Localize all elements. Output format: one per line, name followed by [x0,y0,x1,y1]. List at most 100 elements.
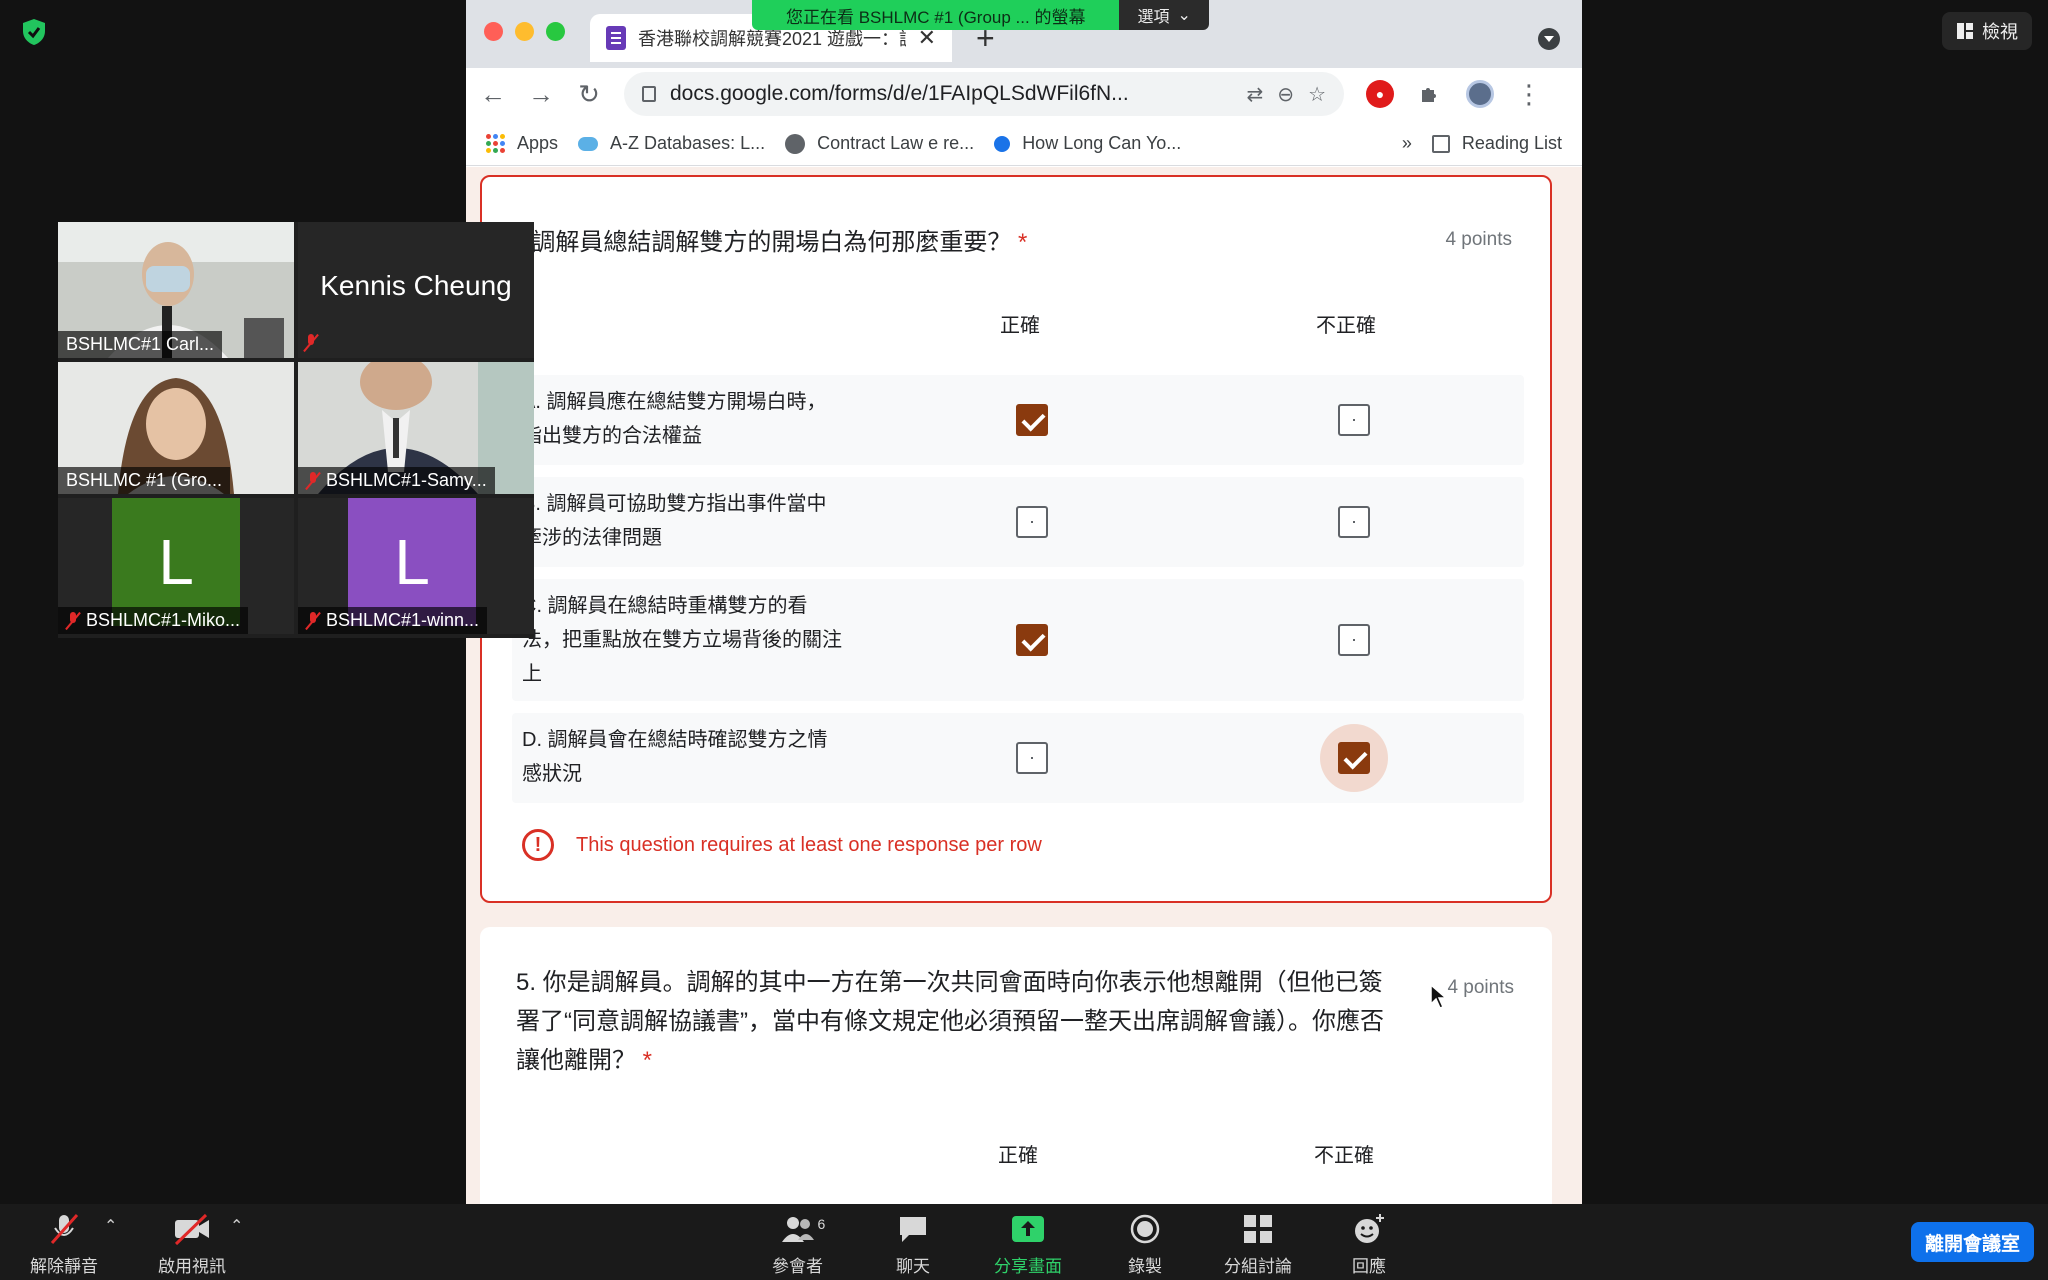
bookmarks-bar: Apps A-Z Databases: L... Contract Law e … [466,122,1582,166]
close-window-icon[interactable] [484,22,503,41]
back-icon[interactable]: ← [480,79,506,110]
checkbox-incorrect[interactable] [1338,624,1370,656]
tab-search-icon[interactable] [1538,28,1560,50]
checkbox-incorrect[interactable] [1338,742,1370,774]
checkbox-correct[interactable] [1016,404,1048,436]
participant-name-text: BSHLMC#1-Samy... [326,470,487,490]
checkbox-incorrect[interactable] [1338,506,1370,538]
share-screen-button[interactable]: 分享畫面 [994,1212,1062,1277]
url-text: docs.google.com/forms/d/e/1FAIpQLSdWFil6… [670,82,1129,105]
error-message: This question requires at least one resp… [576,833,1042,856]
question-card-5: 5. 你是調解員。調解的其中一方在第一次共同會面時向你表示他想離開（但他已簽署了… [480,927,1552,1204]
error-icon: ! [522,829,554,861]
menu-kebab-icon[interactable]: ⋮ [1516,79,1542,110]
address-bar[interactable]: docs.google.com/forms/d/e/1FAIpQLSdWFil6… [624,72,1344,116]
validation-error: ! This question requires at least one re… [522,829,1042,861]
bookmark-label: Apps [517,133,559,153]
security-shield-icon[interactable] [18,16,50,48]
share-options-label: 選項 [1137,9,1170,26]
participants-button[interactable]: 6 參會者 [772,1212,825,1277]
participant-tile[interactable]: Kennis Cheung [298,222,534,358]
zoom-window: 檢視 您正在看 BSHLMC #1 (Group ... 的螢幕 選項 ⌄ 香港… [0,0,2048,1280]
view-button[interactable]: 檢視 [1942,12,2032,50]
mic-muted-icon [304,334,318,352]
zoom-out-icon[interactable]: ⊖ [1277,82,1294,107]
row-label: D. 調解員會在總結時確認雙方之情感狀況 [522,729,828,785]
unmute-button[interactable]: 解除靜音 [30,1212,98,1277]
extensions-puzzle-icon[interactable] [1416,80,1444,108]
reload-icon[interactable]: ↻ [576,79,602,110]
cloud-icon [578,136,599,151]
translate-icon[interactable]: ⇄ [1247,82,1264,107]
participant-gallery[interactable]: BSHLMC#1 Carl... Kennis Cheung BSHLMC #1… [58,222,534,638]
grid-view-icon [1957,23,1973,39]
leave-meeting-button[interactable]: 離開會議室 [1910,1222,2034,1262]
chat-button[interactable]: 聊天 [896,1212,930,1277]
reading-list-button[interactable]: Reading List [1431,133,1562,154]
participant-tile[interactable]: L BSHLMC#1-winn... [298,498,534,634]
participant-name: BSHLMC#1-Samy... [298,467,495,494]
avatar-initial: L [394,526,430,598]
minimize-window-icon[interactable] [515,22,534,41]
reactions-button[interactable]: 回應 [1352,1212,1386,1277]
row-label: C. 調解員在總結時重構雙方的看法，把重點放在雙方立場背後的關注上 [522,595,842,685]
bookmark-contract-law[interactable]: Contract Law e re... [785,133,974,154]
mouse-cursor-icon [1430,984,1448,1009]
required-mark: * [1018,229,1028,256]
participants-icon: 6 [780,1212,825,1246]
participant-tile[interactable]: BSHLMC #1 (Gro... [58,362,294,494]
lock-icon[interactable] [642,86,656,102]
more-bookmarks-button[interactable]: » [1402,133,1412,154]
breakout-rooms-button[interactable]: 分組討論 [1224,1212,1292,1277]
screen-share-banner: 您正在看 BSHLMC #1 (Group ... 的螢幕 選項 ⌄ [752,0,1209,30]
participant-name-text: BSHLMC#1-Miko... [86,610,241,630]
record-label: 錄製 [1128,1257,1162,1276]
mic-muted-icon [306,471,320,490]
video-options-caret-icon[interactable]: ⌃ [230,1216,243,1236]
bookmark-apps[interactable]: Apps [486,133,558,154]
reactions-label: 回應 [1352,1257,1386,1276]
reading-list-icon [1431,134,1450,153]
question-title: . 調解員總結調解雙方的開場白為何那麼重要？ * [518,223,1398,262]
participant-tile[interactable]: BSHLMC#1 Carl... [58,222,294,358]
eye-icon [994,135,1011,152]
checkbox-correct[interactable] [1016,506,1048,538]
share-screen-label: 分享畫面 [994,1257,1062,1276]
participants-label: 參會者 [772,1257,823,1276]
unmute-label: 解除靜音 [30,1257,98,1276]
video-off-icon [172,1212,212,1246]
participant-tile[interactable]: BSHLMC#1-Samy... [298,362,534,494]
participant-name: BSHLMC#1-Miko... [58,607,249,634]
maximize-window-icon[interactable] [546,22,565,41]
avatar-initial: L [158,526,194,598]
question-card-4: . 調解員總結調解雙方的開場白為何那麼重要？ * 4 points 正確 不正確… [480,175,1552,903]
bookmark-label: How Long Can Yo... [1022,133,1182,153]
breakout-rooms-label: 分組討論 [1224,1257,1292,1276]
profile-avatar[interactable] [1466,80,1494,108]
checkbox-correct[interactable] [1016,624,1048,656]
question-points: 4 points [1447,977,1514,998]
participant-name: BSHLMC#1 Carl... [58,331,223,358]
forward-icon[interactable]: → [528,79,554,110]
start-video-button[interactable]: 啟用視訊 [158,1212,226,1277]
bookmark-az-databases[interactable]: A-Z Databases: L... [578,133,765,154]
bookmark-label: Contract Law e re... [817,133,975,153]
participant-name: BSHLMC#1-winn... [298,607,488,634]
bookmark-label: A-Z Databases: L... [610,133,766,153]
bookmark-star-icon[interactable]: ☆ [1308,82,1326,107]
adblock-extension-icon[interactable]: ● [1366,80,1394,108]
window-controls [484,22,565,41]
participant-name-text: BSHLMC#1-winn... [326,610,480,630]
question-points: 4 points [1445,229,1512,250]
bookmark-how-long[interactable]: How Long Can Yo... [994,133,1181,154]
checkbox-incorrect[interactable] [1338,404,1370,436]
audio-options-caret-icon[interactable]: ⌃ [104,1216,117,1236]
record-button[interactable]: 錄製 [1128,1212,1162,1277]
checkbox-correct[interactable] [1016,742,1048,774]
participant-name: BSHLMC #1 (Gro... [58,467,231,494]
more-bookmarks-icon: » [1401,133,1412,153]
share-options-button[interactable]: 選項 ⌄ [1119,0,1209,30]
form-content: . 調解員總結調解雙方的開場白為何那麼重要？ * 4 points 正確 不正確… [466,167,1582,1204]
share-screen-icon [1011,1212,1045,1246]
participant-tile[interactable]: L BSHLMC#1-Miko... [58,498,294,634]
